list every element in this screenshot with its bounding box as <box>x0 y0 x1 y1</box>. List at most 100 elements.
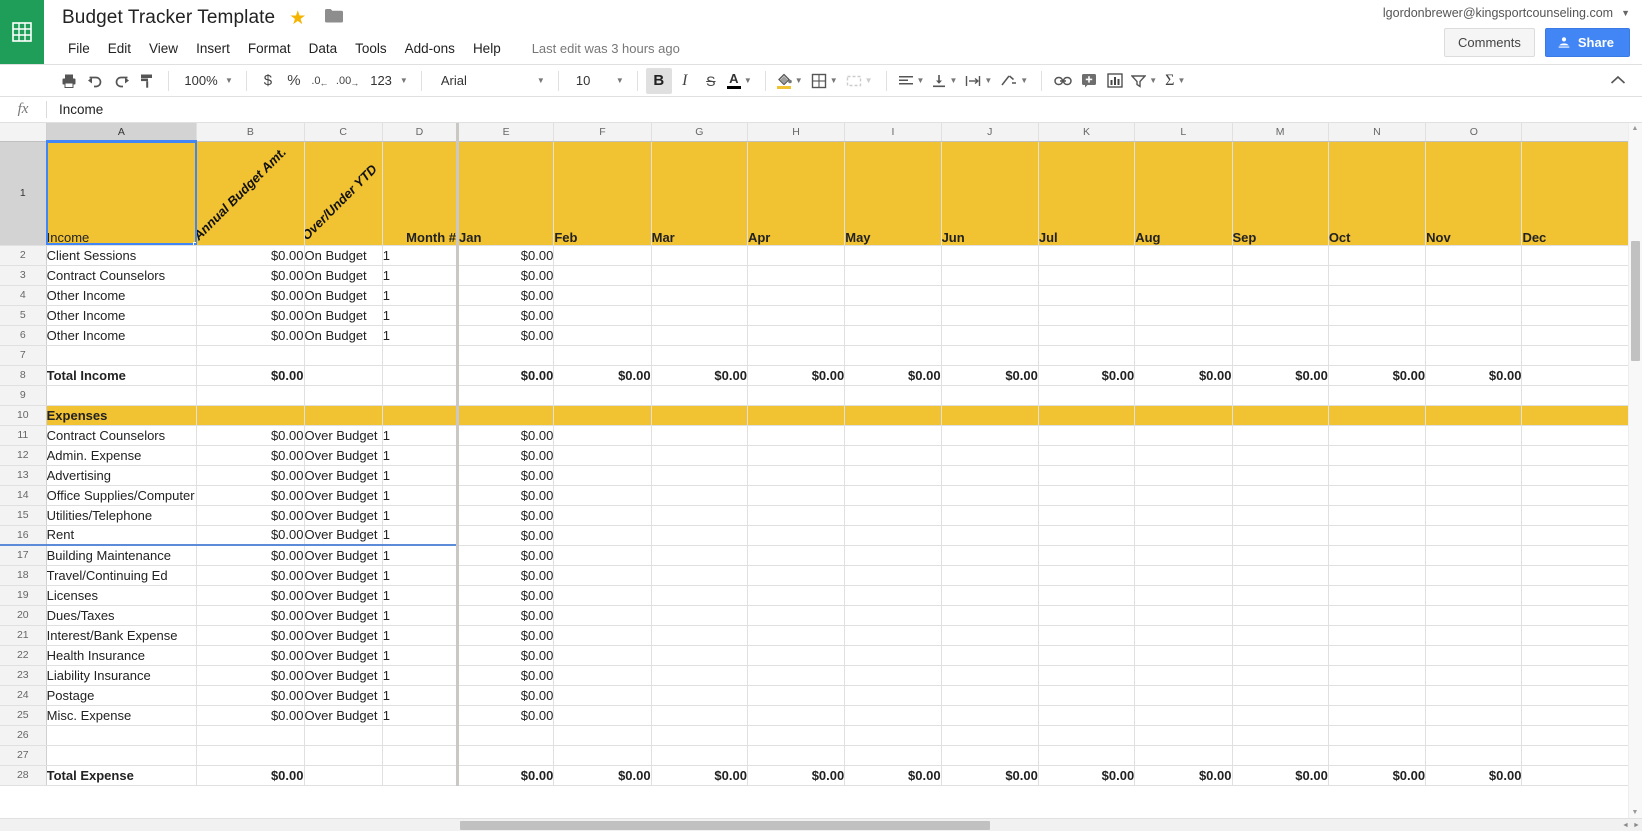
expense-row-budget[interactable]: $0.00 <box>196 605 305 626</box>
expense-row-sep[interactable] <box>1232 685 1329 706</box>
blank-cell[interactable] <box>941 345 1039 366</box>
expense-row-status[interactable]: Over Budget <box>304 625 383 646</box>
expense-row-may[interactable] <box>844 605 942 626</box>
blank-cell[interactable] <box>46 745 198 766</box>
expenses-banner-cell[interactable] <box>196 405 305 426</box>
triangle-left-icon[interactable]: ◄ <box>1622 822 1629 829</box>
expense-row-dec[interactable] <box>1521 685 1642 706</box>
blank-cell[interactable] <box>196 345 305 366</box>
expense-row-budget[interactable]: $0.00 <box>196 585 305 606</box>
expense-row-oct[interactable] <box>1328 625 1427 646</box>
folder-icon[interactable] <box>324 8 343 28</box>
total-expense-feb[interactable]: $0.00 <box>553 765 652 786</box>
expense-row-jul[interactable] <box>1038 505 1136 526</box>
expense-row-nov[interactable] <box>1425 505 1523 526</box>
expense-row-apr[interactable] <box>747 525 846 546</box>
expense-row-mar[interactable] <box>651 665 748 686</box>
cell-a1-income[interactable]: Income <box>46 141 198 246</box>
expense-row-mar[interactable] <box>651 465 748 486</box>
blank-cell[interactable] <box>941 385 1039 406</box>
expense-row-apr[interactable] <box>747 465 846 486</box>
blank-cell[interactable] <box>1038 385 1136 406</box>
blank-cell[interactable] <box>304 385 383 406</box>
expense-row-feb[interactable] <box>553 625 652 646</box>
expense-row-jan[interactable]: $0.00 <box>457 685 555 706</box>
expense-row-dec[interactable] <box>1521 605 1642 626</box>
income-row-feb[interactable] <box>553 265 652 286</box>
blank-cell[interactable] <box>941 725 1039 746</box>
income-row-mar[interactable] <box>651 325 748 346</box>
expense-row-month[interactable]: 1 <box>382 705 460 726</box>
text-color-button[interactable]: A ▼ <box>724 68 757 94</box>
expense-row-feb[interactable] <box>553 425 652 446</box>
income-row-aug[interactable] <box>1134 265 1233 286</box>
expense-row-mar[interactable] <box>651 705 748 726</box>
row-header-18[interactable]: 18 <box>0 565 47 586</box>
expense-row-jun[interactable] <box>941 425 1039 446</box>
expense-row-apr[interactable] <box>747 445 846 466</box>
blank-cell[interactable] <box>1232 745 1329 766</box>
income-row-month[interactable]: 1 <box>382 305 460 326</box>
blank-cell[interactable] <box>1425 745 1523 766</box>
expense-row-jun[interactable] <box>941 465 1039 486</box>
row-header-22[interactable]: 22 <box>0 645 47 666</box>
expense-row-mar[interactable] <box>651 645 748 666</box>
expense-row-jan[interactable]: $0.00 <box>457 625 555 646</box>
row-header-14[interactable]: 14 <box>0 485 47 506</box>
expense-row-name[interactable]: Liability Insurance <box>46 665 198 686</box>
expense-row-jul[interactable] <box>1038 545 1136 566</box>
expense-row-budget[interactable]: $0.00 <box>196 485 305 506</box>
menu-add-ons[interactable]: Add-ons <box>396 37 464 60</box>
expenses-banner-cell[interactable] <box>1232 405 1329 426</box>
blank-cell[interactable] <box>1038 745 1136 766</box>
expense-row-budget[interactable]: $0.00 <box>196 525 305 546</box>
expense-row-mar[interactable] <box>651 685 748 706</box>
income-row-jun[interactable] <box>941 245 1039 266</box>
font-family-selector[interactable]: Arial ▼ <box>430 68 550 94</box>
income-row-feb[interactable] <box>553 305 652 326</box>
total-income-mar[interactable]: $0.00 <box>651 365 748 386</box>
column-header-overflow[interactable] <box>1521 123 1642 142</box>
row-header-2[interactable]: 2 <box>0 245 47 266</box>
total-expense-apr[interactable]: $0.00 <box>747 765 846 786</box>
expense-row-aug[interactable] <box>1134 605 1233 626</box>
expense-row-feb[interactable] <box>553 485 652 506</box>
expense-row-name[interactable]: Travel/Continuing Ed <box>46 565 198 586</box>
row-header-10[interactable]: 10 <box>0 405 47 426</box>
row-header-7[interactable]: 7 <box>0 345 47 366</box>
insert-chart-button[interactable] <box>1102 68 1128 94</box>
expense-row-oct[interactable] <box>1328 645 1427 666</box>
column-header-d[interactable]: D <box>382 123 460 142</box>
expense-row-sep[interactable] <box>1232 665 1329 686</box>
expense-row-status[interactable]: Over Budget <box>304 545 383 566</box>
blank-cell[interactable] <box>382 725 460 746</box>
expense-row-aug[interactable] <box>1134 685 1233 706</box>
expense-row-feb[interactable] <box>553 705 652 726</box>
expense-row-name[interactable]: Utilities/Telephone <box>46 505 198 526</box>
income-row-dec[interactable] <box>1521 325 1642 346</box>
expense-row-aug[interactable] <box>1134 665 1233 686</box>
cell-j1-jun[interactable]: Jun <box>941 141 1039 246</box>
expense-row-aug[interactable] <box>1134 585 1233 606</box>
expense-row-apr[interactable] <box>747 665 846 686</box>
expense-row-mar[interactable] <box>651 445 748 466</box>
expense-row-budget[interactable]: $0.00 <box>196 625 305 646</box>
functions-button[interactable]: Σ ▼ <box>1162 68 1190 94</box>
expense-row-nov[interactable] <box>1425 465 1523 486</box>
print-icon[interactable] <box>56 68 82 94</box>
column-header-i[interactable]: I <box>844 123 942 142</box>
expense-row-jan[interactable]: $0.00 <box>457 645 555 666</box>
expense-row-month[interactable]: 1 <box>382 685 460 706</box>
expense-row-may[interactable] <box>844 425 942 446</box>
blank-cell[interactable] <box>844 745 942 766</box>
expense-row-mar[interactable] <box>651 485 748 506</box>
expense-row-feb[interactable] <box>553 645 652 666</box>
income-row-status[interactable]: On Budget <box>304 325 383 346</box>
expense-row-status[interactable]: Over Budget <box>304 485 383 506</box>
triangle-right-icon[interactable]: ► <box>1633 822 1640 829</box>
income-row-apr[interactable] <box>747 265 846 286</box>
blank-cell[interactable] <box>651 385 748 406</box>
blank-cell[interactable] <box>844 345 942 366</box>
expense-row-sep[interactable] <box>1232 445 1329 466</box>
row-header-13[interactable]: 13 <box>0 465 47 486</box>
